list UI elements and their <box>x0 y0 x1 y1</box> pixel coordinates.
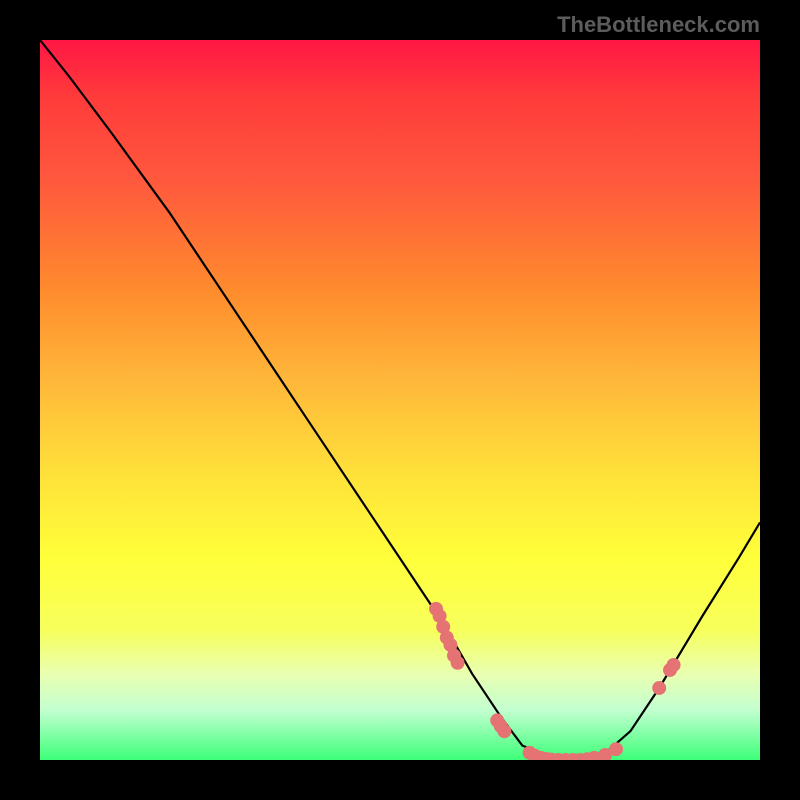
data-markers <box>430 602 681 760</box>
curve-overlay <box>40 40 760 760</box>
data-marker <box>498 725 511 738</box>
data-marker <box>667 658 680 671</box>
data-marker <box>610 743 623 756</box>
chart-container: TheBottleneck.com <box>0 0 800 800</box>
data-marker <box>653 682 666 695</box>
data-marker <box>451 656 464 669</box>
bottleneck-curve <box>40 40 760 760</box>
watermark: TheBottleneck.com <box>557 12 760 38</box>
